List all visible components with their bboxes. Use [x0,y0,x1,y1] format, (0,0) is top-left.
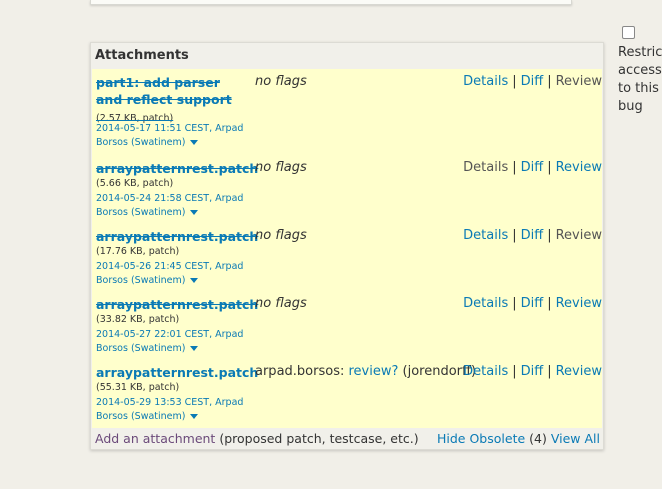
review-flag-link[interactable]: review? [348,364,398,379]
attachment-size: (55.31 KB, patch) [96,382,180,393]
attachments-list: part1: add parser and reflect support (2… [92,69,602,428]
attachment-size: (33.82 KB, patch) [96,314,180,325]
diff-link[interactable]: Diff [521,364,544,379]
attachment-flags: no flags [255,74,307,89]
obsolete-count: (4) [529,431,547,446]
attachment-actions: Details | Diff | Review [463,228,602,243]
attachment-actions: Details | Diff | Review [463,364,602,379]
details-link[interactable]: Details [463,228,508,243]
attachment-size: (5.66 KB, patch) [96,178,174,189]
add-attachment-hint: (proposed patch, testcase, etc.) [219,431,419,446]
attachment-row: arraypatternrest.patch (55.31 KB, patch)… [92,359,602,427]
review-link[interactable]: Review [556,160,602,175]
attachment-flags: no flags [255,296,307,311]
review-link[interactable]: Review [556,74,602,89]
attachment-flags: no flags [255,160,307,175]
attachment-date-author[interactable]: 2014-05-29 13:53 CEST, Arpad Borsos (Swa… [96,396,246,424]
diff-link[interactable]: Diff [521,228,544,243]
details-link[interactable]: Details [463,364,508,379]
checkbox-icon[interactable] [622,26,635,39]
hide-obsolete-link[interactable]: Hide Obsolete [437,431,525,446]
review-link[interactable]: Review [556,228,602,243]
attachment-flags: no flags [255,228,307,243]
attachment-date-author[interactable]: 2014-05-17 11:51 CEST, Arpad Borsos (Swa… [96,122,246,150]
attachment-date-author[interactable]: 2014-05-24 21:58 CEST, Arpad Borsos (Swa… [96,192,246,220]
flag-setter: arpad.borsos: [255,364,345,379]
attachments-footer-left: Add an attachment (proposed patch, testc… [95,431,419,446]
review-link[interactable]: Review [556,364,602,379]
attachment-name-link[interactable]: arraypatternrest.patch [96,228,258,245]
attachments-title: Attachments [95,48,189,63]
chevron-down-icon[interactable] [189,210,198,215]
chevron-down-icon[interactable] [189,140,198,145]
review-link[interactable]: Review [556,296,602,311]
restrict-access-label[interactable]: Restrict access to this bug [618,44,662,116]
attachment-row: arraypatternrest.patch (17.76 KB, patch)… [92,223,602,291]
diff-link[interactable]: Diff [521,296,544,311]
attachment-actions: Details | Diff | Review [463,74,602,89]
attachment-flags: arpad.borsos: review? (jorendorff) [255,364,476,379]
details-link[interactable]: Details [463,296,508,311]
chevron-down-icon[interactable] [189,414,198,419]
attachment-name-link[interactable]: arraypatternrest.patch [96,160,258,177]
chevron-down-icon[interactable] [189,278,198,283]
diff-link[interactable]: Diff [521,74,544,89]
attachment-date-author[interactable]: 2014-05-27 22:01 CEST, Arpad Borsos (Swa… [96,328,246,356]
attachment-row: arraypatternrest.patch (33.82 KB, patch)… [92,291,602,359]
attachments-footer-right: Hide Obsolete (4) View All [437,431,600,446]
attachment-size: (17.76 KB, patch) [96,246,180,257]
attachment-actions: Details | Diff | Review [463,160,602,175]
diff-link[interactable]: Diff [521,160,544,175]
details-link[interactable]: Details [463,74,508,89]
view-all-link[interactable]: View All [551,431,600,446]
add-attachment-link[interactable]: Add an attachment [95,431,215,446]
attachment-name-link[interactable]: part1: add parser and reflect support (2… [96,74,246,127]
attachment-name-link[interactable]: arraypatternrest.patch [96,364,258,381]
previous-section-bottom [90,0,572,5]
chevron-down-icon[interactable] [189,346,198,351]
details-link[interactable]: Details [463,160,508,175]
attachment-actions: Details | Diff | Review [463,296,602,311]
attachment-date-author[interactable]: 2014-05-26 21:45 CEST, Arpad Borsos (Swa… [96,260,246,288]
attachment-name-link[interactable]: arraypatternrest.patch [96,296,258,313]
attachments-table: Attachments part1: add parser and reflec… [90,42,604,450]
attachment-row: part1: add parser and reflect support (2… [92,69,602,148]
attachment-row: arraypatternrest.patch (5.66 KB, patch) … [92,155,602,223]
